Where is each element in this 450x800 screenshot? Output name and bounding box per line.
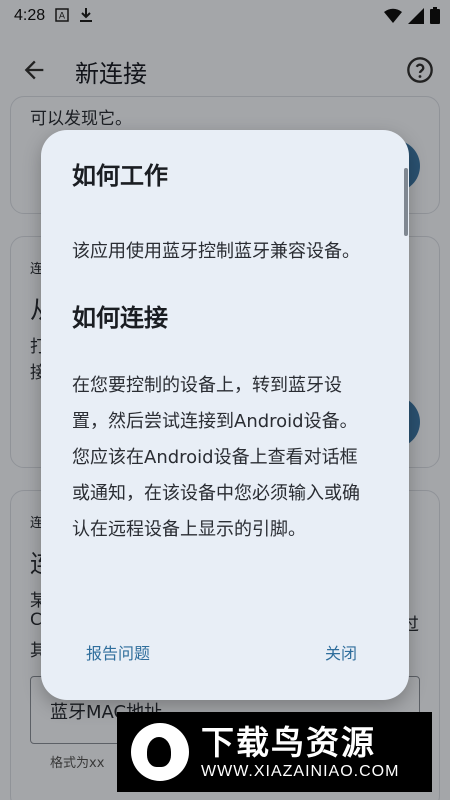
- watermark: 下载鸟资源 WWW.XIAZAINIAO.COM: [117, 712, 432, 792]
- how-to-connect-text: 在您要控制的设备上，转到蓝牙设置，然后尝试连接到Android设备。您应该在An…: [72, 375, 360, 540]
- dialog-scrollbar[interactable]: [404, 168, 408, 236]
- how-it-works-heading: 如何工作: [72, 162, 168, 190]
- how-to-connect-heading: 如何连接: [72, 304, 168, 332]
- help-dialog: 如何工作 该应用使用蓝牙控制蓝牙兼容设备。 如何连接 在您要控制的设备上，转到蓝…: [41, 130, 409, 700]
- dialog-actions: 报告问题 关闭: [41, 640, 409, 680]
- how-it-works-text: 该应用使用蓝牙控制蓝牙兼容设备。: [72, 241, 360, 262]
- watermark-text: 下载鸟资源 WWW.XIAZAINIAO.COM: [201, 723, 399, 781]
- report-problem-button[interactable]: 报告问题: [86, 640, 150, 664]
- close-button[interactable]: 关闭: [325, 640, 357, 664]
- bird-logo-icon: [131, 723, 189, 781]
- watermark-title: 下载鸟资源: [201, 723, 376, 762]
- watermark-url: WWW.XIAZAINIAO.COM: [201, 763, 400, 780]
- dialog-content: 如何工作 该应用使用蓝牙控制蓝牙兼容设备。 如何连接 在您要控制的设备上，转到蓝…: [72, 158, 372, 578]
